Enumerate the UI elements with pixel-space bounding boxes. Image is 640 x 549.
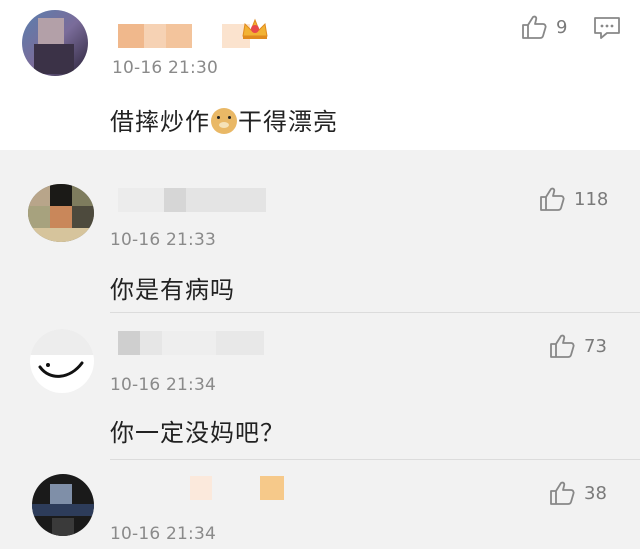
comment-time: 10-16 21:34 bbox=[110, 524, 216, 544]
like-button[interactable]: 9 bbox=[520, 14, 567, 40]
comment-text-part: 借摔炒作 bbox=[110, 108, 210, 136]
username-blurred[interactable] bbox=[118, 24, 250, 48]
comment-text-part: 干得漂亮 bbox=[238, 108, 338, 136]
comment-time: 10-16 21:30 bbox=[112, 58, 218, 78]
doge-emoji-icon bbox=[211, 108, 237, 134]
avatar[interactable] bbox=[22, 10, 88, 76]
top-comment: 10-16 21:30 借摔炒作 干得漂亮 9 bbox=[0, 0, 640, 150]
thumbs-up-icon bbox=[522, 15, 547, 39]
like-button[interactable]: 118 bbox=[538, 186, 608, 212]
reply-comment: 10-16 21:33 你是有病吗 118 bbox=[0, 166, 640, 312]
avatar[interactable] bbox=[32, 474, 94, 536]
like-count: 38 bbox=[584, 482, 607, 504]
reply-comment: 10-16 21:34 38 bbox=[0, 460, 640, 549]
crown-icon bbox=[242, 18, 268, 39]
message-icon[interactable] bbox=[593, 16, 621, 40]
like-button[interactable]: 73 bbox=[548, 333, 607, 359]
thumbs-up-icon bbox=[540, 187, 565, 211]
comment-text: 你一定没妈吧？ bbox=[110, 419, 285, 447]
like-button[interactable]: 38 bbox=[548, 480, 607, 506]
username-blurred[interactable] bbox=[190, 476, 284, 500]
like-count: 9 bbox=[556, 16, 568, 38]
comment-time: 10-16 21:33 bbox=[110, 230, 216, 250]
thumbs-up-icon bbox=[550, 481, 575, 505]
avatar[interactable] bbox=[30, 329, 94, 393]
thumbs-up-icon bbox=[550, 334, 575, 358]
reply-comment: 10-16 21:34 你一定没妈吧？ 73 bbox=[0, 313, 640, 459]
username-blurred[interactable] bbox=[118, 188, 266, 212]
like-count: 118 bbox=[574, 188, 609, 210]
comment-text: 你是有病吗 bbox=[110, 276, 235, 304]
avatar[interactable] bbox=[28, 184, 94, 242]
comment-text: 借摔炒作 干得漂亮 bbox=[110, 102, 338, 137]
username-blurred[interactable] bbox=[118, 331, 264, 355]
like-count: 73 bbox=[584, 335, 607, 357]
comment-time: 10-16 21:34 bbox=[110, 375, 216, 395]
